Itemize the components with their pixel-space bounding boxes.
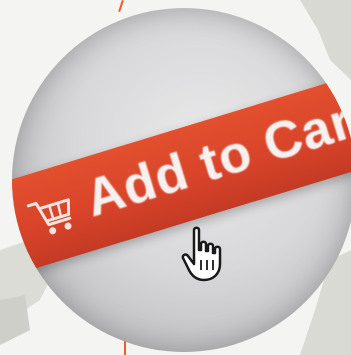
magnifier-lens: Add to Cart xyxy=(12,8,351,352)
shopping-cart-icon xyxy=(26,198,72,235)
screen-panel: Add to Cart xyxy=(12,8,351,352)
photo-scene: Add to Cart xyxy=(0,0,351,355)
add-to-cart-label: Add to Cart xyxy=(78,86,351,229)
hand-pointer-icon xyxy=(181,226,222,282)
